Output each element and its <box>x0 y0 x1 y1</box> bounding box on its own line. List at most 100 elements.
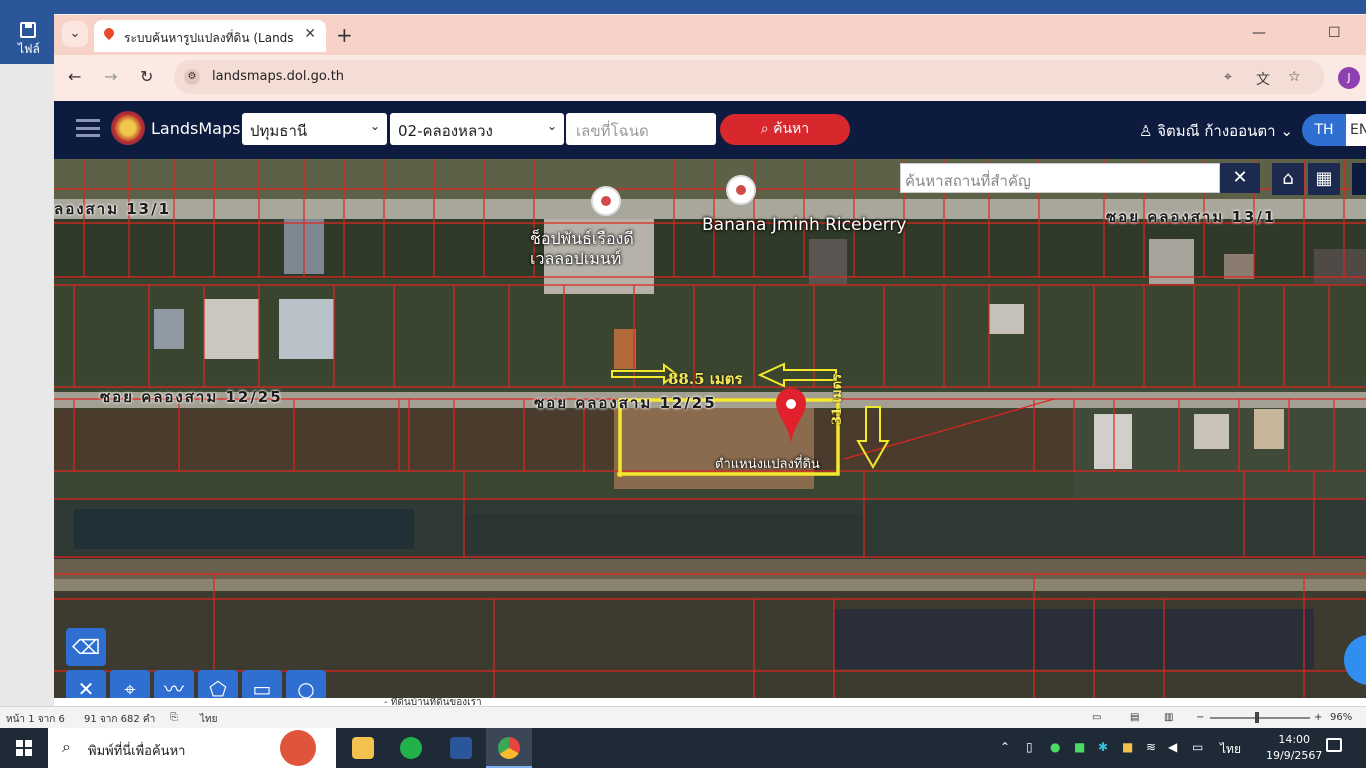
province-value: ปทุมธานี <box>250 122 308 140</box>
back-icon[interactable]: ← <box>68 67 81 86</box>
word-status-bar: หน้า 1 จาก 6 91 จาก 682 คำ ⎘ ไทย ▭ ▤ ▥ −… <box>0 706 1366 728</box>
clock-time: 14:00 <box>1278 733 1311 746</box>
word-file-tab[interactable]: ไฟล์ <box>18 40 40 59</box>
word-page-count[interactable]: หน้า 1 จาก 6 <box>6 712 65 727</box>
measure-tool-icon[interactable]: ✕ <box>66 670 106 698</box>
bookmark-star-icon[interactable]: ☆ <box>1288 69 1301 85</box>
word-app[interactable] <box>438 728 484 768</box>
word-word-count[interactable]: 91 จาก 682 คำ <box>84 712 155 727</box>
clear-search-icon[interactable]: ✕ <box>1220 163 1260 193</box>
new-tab-button[interactable]: + <box>336 23 353 47</box>
reload-icon[interactable]: ↻ <box>140 67 153 86</box>
security-icon[interactable]: ■ <box>1122 740 1133 754</box>
usb-icon[interactable]: ▯ <box>1026 740 1033 754</box>
district-select[interactable]: 02-คลองหลวง ⌄ <box>390 113 564 145</box>
district-value: 02-คลองหลวง <box>398 122 493 140</box>
search-button-label: ค้นหา <box>773 121 810 137</box>
expand-icon[interactable] <box>1352 163 1366 195</box>
poi-label: Banana Jminh Riceberry <box>702 215 907 235</box>
chrome-icon <box>498 737 520 759</box>
lang-th-button[interactable]: TH <box>1302 114 1346 146</box>
word-language[interactable]: ไทย <box>200 712 217 727</box>
tab-close-icon[interactable]: ✕ <box>304 26 316 42</box>
eraser-icon[interactable]: ⌫ <box>66 628 106 666</box>
road-label: ซอย คลองสาม 13/1 <box>1106 208 1277 226</box>
user-menu[interactable]: ♙ จิตมณี ก้างออนตา ⌄ <box>1139 119 1293 143</box>
draw-line-icon[interactable]: 〰 <box>154 670 194 698</box>
draw-circle-icon[interactable]: ○ <box>286 670 326 698</box>
input-language[interactable]: ไทย <box>1220 740 1241 759</box>
place-search-input[interactable]: ค้นหาสถานที่สำคัญ <box>900 163 1220 193</box>
tab-title: ระบบค้นหารูปแปลงที่ดิน (LandsMaps) <box>124 31 294 45</box>
user-icon: ♙ <box>1139 122 1153 140</box>
draw-polygon-icon[interactable]: ⬠ <box>198 670 238 698</box>
place-marker-icon[interactable]: ⌖ <box>110 670 150 698</box>
taskbar-search-placeholder: พิมพ์ที่นี่เพื่อค้นหา <box>88 744 186 759</box>
chevron-down-icon: ⌄ <box>546 119 557 133</box>
windows-taskbar: ⌕ พิมพ์ที่นี่เพื่อค้นหา ⌃ ▯ ● ■ ✱ ■ ≋ ◀ … <box>0 728 1366 768</box>
province-select[interactable]: ปทุมธานี ⌄ <box>242 113 387 145</box>
line-app[interactable] <box>388 728 434 768</box>
web-layout-icon[interactable]: ▥ <box>1164 712 1173 723</box>
poi-label: ช็อปพันธ์เรืองดี เวลลอปเมนท์ <box>530 229 634 268</box>
map-pin-favicon-icon <box>101 25 117 41</box>
zoom-slider-thumb[interactable] <box>1255 712 1259 723</box>
site-info-icon[interactable]: ⚙ <box>184 69 200 85</box>
search-highlight-icon[interactable] <box>280 730 316 766</box>
poi-marker-icon[interactable] <box>591 186 621 216</box>
road-label: ซอย คลองสาม 12/25 <box>100 388 283 406</box>
clock[interactable]: 14:00 19/9/2567 <box>1266 732 1322 764</box>
clock-date: 19/9/2567 <box>1266 749 1323 762</box>
tab-search-button[interactable]: ⌄ <box>62 21 88 47</box>
browser-tab[interactable]: ระบบค้นหารูปแปลงที่ดิน (LandsMaps) ✕ <box>94 20 326 52</box>
profile-avatar[interactable]: J <box>1338 67 1360 89</box>
wifi-icon[interactable]: ≋ <box>1146 740 1156 754</box>
zoom-slider[interactable] <box>1210 717 1310 719</box>
forward-icon[interactable]: → <box>104 67 117 86</box>
start-windows-icon[interactable] <box>16 740 32 756</box>
read-mode-icon[interactable]: ▭ <box>1092 712 1101 723</box>
word-ribbon-left: ไฟล์ <box>0 14 54 64</box>
grid-icon[interactable]: ▦ <box>1308 163 1340 195</box>
lang-en-button[interactable]: EN <box>1346 114 1366 146</box>
line-tray-icon[interactable]: ■ <box>1074 740 1085 754</box>
zoom-in-icon[interactable]: + <box>1314 712 1322 723</box>
taskbar-search[interactable]: ⌕ พิมพ์ที่นี่เพื่อค้นหา <box>48 728 336 768</box>
width-measure-label: 88.5 เมตร <box>668 370 743 388</box>
translate-icon[interactable]: 文 <box>1256 69 1270 89</box>
word-document-margin <box>0 64 54 706</box>
minimize-icon[interactable]: — <box>1252 25 1266 41</box>
url-text[interactable]: landsmaps.dol.go.th <box>212 69 344 84</box>
zoom-level[interactable]: 96% <box>1330 712 1352 723</box>
tray-app-icon[interactable]: ● <box>1050 740 1060 754</box>
show-hidden-icons-icon[interactable]: ⌃ <box>1000 740 1010 754</box>
print-layout-icon[interactable]: ▤ <box>1130 712 1139 723</box>
user-name: จิตมณี ก้างออนตา <box>1157 122 1276 140</box>
menu-icon[interactable] <box>76 119 100 137</box>
word-document-strip: - ที่ดินบ้านที่ดินของเรา <box>54 697 1366 708</box>
search-button[interactable]: ⌕ ค้นหา <box>720 114 850 145</box>
maximize-icon[interactable]: ☐ <box>1328 25 1341 41</box>
zoom-out-icon[interactable]: − <box>1196 712 1204 723</box>
proofing-icon[interactable]: ⎘ <box>170 712 178 723</box>
address-bar[interactable]: ⚙ landsmaps.dol.go.th ⌖ 文 ☆ <box>174 60 1324 94</box>
landsmaps-header: LandsMaps ปทุมธานี ⌄ 02-คลองหลวง ⌄ เลขที… <box>54 101 1366 159</box>
draw-rectangle-icon[interactable]: ▭ <box>242 670 282 698</box>
search-icon: ⌕ <box>760 121 769 137</box>
chevron-down-icon: ⌄ <box>1280 122 1293 140</box>
browser-toolbar: ← → ↻ ⚙ landsmaps.dol.go.th ⌖ 文 ☆ J <box>54 55 1366 101</box>
save-icon[interactable] <box>20 22 36 38</box>
volume-icon[interactable]: ◀ <box>1168 740 1177 754</box>
parcel-location-label: ตำแหน่งแปลงที่ดิน <box>715 457 820 472</box>
tray-app-icon[interactable]: ✱ <box>1098 740 1108 754</box>
location-icon[interactable]: ⌖ <box>1224 69 1232 85</box>
notification-icon[interactable] <box>1326 738 1342 752</box>
parcel-number-input[interactable]: เลขที่โฉนด <box>566 113 716 145</box>
chrome-app[interactable] <box>486 728 532 768</box>
word-icon <box>450 737 472 759</box>
battery-icon[interactable]: ▭ <box>1192 740 1203 754</box>
poi-marker-icon[interactable] <box>726 175 756 205</box>
home-icon[interactable]: ⌂ <box>1272 163 1304 195</box>
file-explorer-app[interactable] <box>340 728 386 768</box>
satellite-map[interactable]: ลองสาม 13/1 ซอย คลองสาม 13/1 ซอย คลองสาม… <box>54 159 1366 698</box>
